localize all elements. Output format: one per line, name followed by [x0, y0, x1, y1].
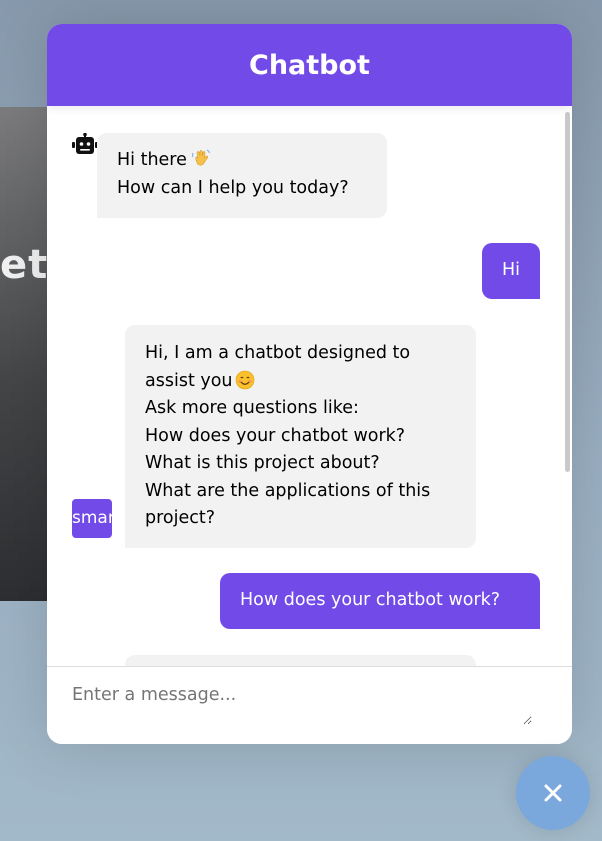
- robot-icon: [72, 132, 98, 155]
- bot-avatar: smart_toy: [72, 499, 112, 538]
- chat-message-outgoing: How does your chatbot work?: [220, 573, 540, 629]
- scrollbar-thumb[interactable]: [565, 112, 570, 472]
- chatbot-window: Chatbot Hi there How can I help you toda…: [47, 24, 572, 744]
- chat-input-area: [47, 666, 572, 744]
- message-text: assist you: [145, 370, 233, 391]
- chat-message-outgoing: Hi: [482, 243, 540, 299]
- chatbox-scrollbar[interactable]: [564, 106, 572, 666]
- message-text: How can I help you today?: [117, 177, 349, 198]
- chatbox[interactable]: Hi there How can I help you today? Hi sm…: [47, 106, 572, 666]
- chat-message-incoming-partial: [125, 655, 476, 666]
- message-text: Hi there: [117, 150, 187, 170]
- chat-message-incoming: Hi there How can I help you today?: [97, 133, 387, 218]
- chatbot-title: Chatbot: [249, 49, 370, 81]
- smiling-face-icon: [235, 370, 255, 390]
- chat-message-incoming: Hi, I am a chatbot designed to assist you…: [125, 325, 476, 548]
- message-text: Ask more questions like: How does your c…: [145, 398, 431, 528]
- chatbot-header: Chatbot: [47, 24, 572, 106]
- close-icon: [543, 783, 563, 803]
- message-input[interactable]: [72, 685, 532, 725]
- message-text: Hi, I am a chatbot designed to: [145, 343, 411, 363]
- waving-hand-icon: [191, 148, 211, 168]
- chatbot-toggler-button[interactable]: [516, 756, 590, 830]
- background-heading-fragment: et: [0, 242, 49, 288]
